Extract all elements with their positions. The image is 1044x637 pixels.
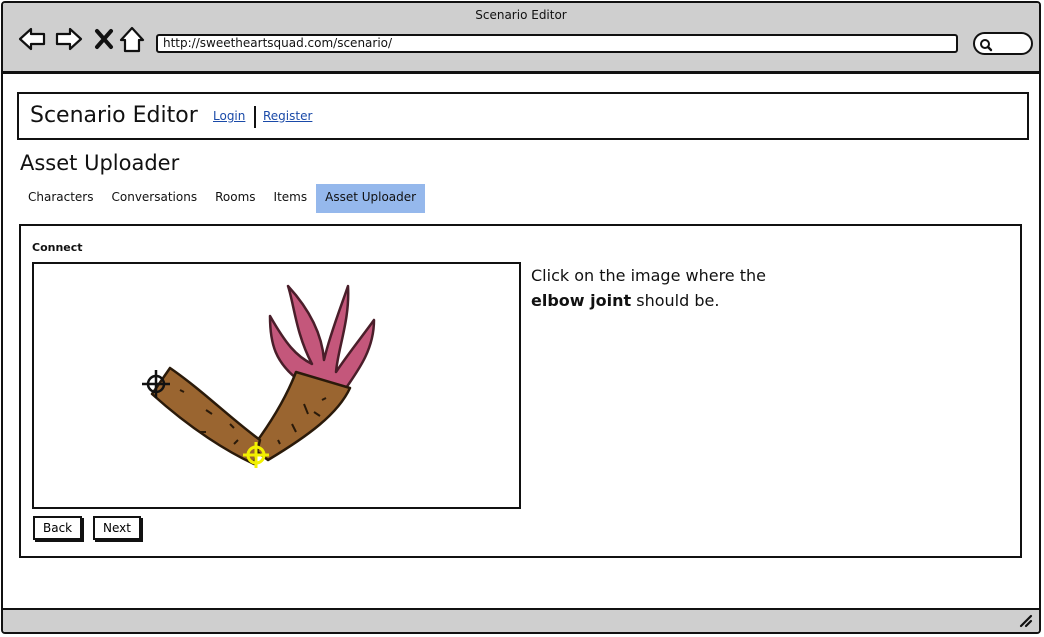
window-title: Scenario Editor [475,8,567,22]
app-title: Scenario Editor [30,103,198,128]
tab-bar: Characters Conversations Rooms Items Ass… [19,184,426,213]
home-icon[interactable] [118,25,148,55]
search-icon [980,39,993,52]
address-bar[interactable]: http://sweetheartsquad.com/scenario/ [156,34,958,53]
back-arrow-icon[interactable] [17,25,47,55]
browser-search[interactable] [973,32,1033,55]
status-bar [3,608,1039,632]
tab-conversations[interactable]: Conversations [103,184,207,213]
tab-asset-uploader[interactable]: Asset Uploader [316,184,426,213]
forward-arrow-icon[interactable] [54,25,84,55]
close-icon[interactable] [90,25,120,55]
arm-image [142,284,376,468]
resize-grip-icon[interactable] [1019,614,1033,628]
instruction-highlight: elbow joint [531,291,632,310]
tab-rooms[interactable]: Rooms [206,184,264,213]
tab-items[interactable]: Items [265,184,317,213]
forearm-shape [250,370,352,462]
upper-arm-shape [150,366,262,466]
back-button[interactable]: Back [33,516,83,540]
instruction-line-2: should be. [636,291,720,310]
register-link[interactable]: Register [263,109,312,123]
instruction-line-1: Click on the image where the [531,266,766,285]
asset-canvas[interactable] [32,262,521,509]
site-header: Scenario Editor Login Register [17,92,1029,140]
browser-window: Scenario Editor http://sweetheartsquad.c… [1,1,1041,634]
header-divider [254,106,256,128]
panel-label: Connect [32,241,83,254]
login-link[interactable]: Login [213,109,245,123]
instruction-text: Click on the image where the elbow joint… [531,263,831,313]
tab-characters[interactable]: Characters [19,184,103,213]
browser-chrome: Scenario Editor http://sweetheartsquad.c… [3,3,1039,74]
page-title: Asset Uploader [20,151,180,175]
connect-panel: Connect Click on the image where the elb… [19,224,1022,558]
next-button[interactable]: Next [93,516,141,540]
hand-shape [268,284,376,390]
